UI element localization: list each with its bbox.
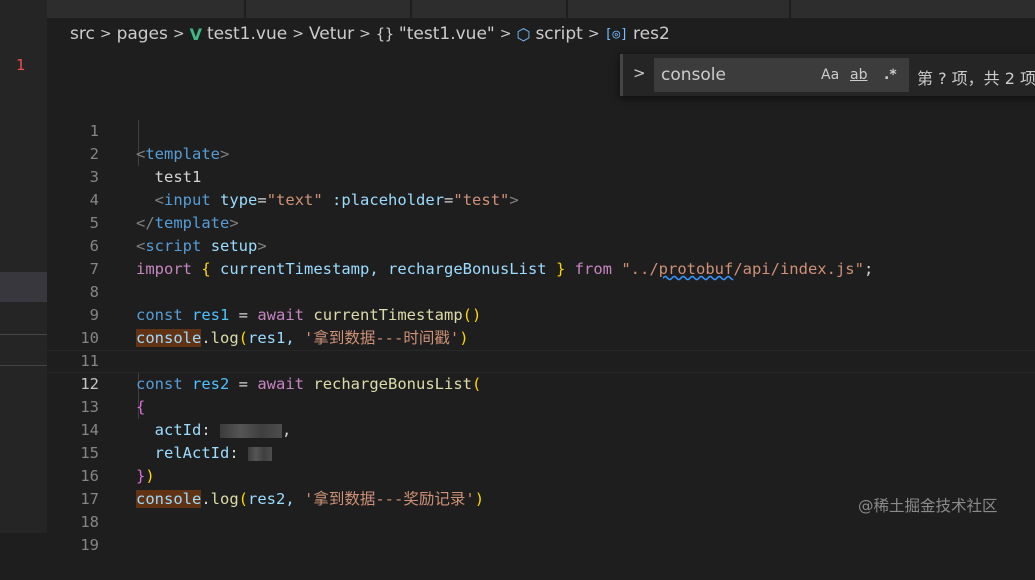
line-number: 19 [80, 536, 99, 554]
code-line[interactable]: 16 console.log(res2, '拿到数据---奖励记录') [47, 442, 1035, 508]
code-line-current[interactable]: 12 { [47, 350, 1035, 416]
whole-word-toggle[interactable]: ab [850, 67, 867, 83]
code-line[interactable]: 7 [47, 235, 1035, 278]
breadcrumb-vetur[interactable]: Vetur [309, 24, 354, 44]
breadcrumb-script[interactable]: script [535, 24, 582, 44]
code-line[interactable]: 13 actId: , [47, 373, 1035, 439]
code-line[interactable]: 4 </template> [47, 166, 1035, 232]
code-line[interactable]: 11 const res2 = await rechargeBonusList( [47, 327, 1035, 393]
code-line[interactable]: 15 }) [47, 419, 1035, 485]
chevron-right-icon: > [499, 26, 512, 42]
variable-icon: [◎] [604, 26, 629, 42]
vue-icon: V [189, 24, 203, 44]
breadcrumb: src > pages > V test1.vue > Vetur > {} "… [70, 22, 670, 46]
code-line[interactable]: 14 relActId: [47, 396, 1035, 462]
chevron-right-icon: > [172, 26, 185, 42]
find-result-count: 第 ? 项，共 2 项 [917, 69, 1035, 88]
breadcrumb-pages[interactable]: pages [117, 24, 168, 44]
chevron-right-icon: > [292, 26, 304, 42]
explorer-divider [0, 334, 47, 335]
chevron-right-icon: > [359, 26, 371, 42]
explorer-divider [0, 365, 47, 366]
code-line[interactable]: 10 [47, 304, 1035, 347]
tab-separator [410, 0, 412, 18]
tab-separator [789, 0, 791, 18]
editor-tab-strip[interactable] [47, 0, 1035, 18]
breadcrumb-module[interactable]: "test1.vue" [399, 24, 495, 44]
code-line[interactable]: 8 const res1 = await currentTimestamp() [47, 258, 1035, 324]
tab-separator [566, 0, 568, 18]
breadcrumb-file[interactable]: test1.vue [207, 24, 287, 44]
toggle-replace-icon[interactable]: > [633, 64, 646, 82]
find-query[interactable]: console [661, 65, 726, 85]
tab-separator [244, 0, 246, 18]
problem-count-badge: 1 [16, 56, 26, 74]
breadcrumb-symbol[interactable]: res2 [633, 24, 670, 44]
code-line[interactable]: 5 <script setup> [47, 189, 1035, 255]
code-editor[interactable]: 1 <template> 2 test1 3 <input type="text… [47, 97, 1035, 554]
cube-icon: ⬡ [516, 24, 531, 44]
braces-icon: {} [375, 25, 394, 43]
explorer-selected-item[interactable] [0, 272, 47, 302]
find-widget: > console Aa ab .* 第 ? 项，共 2 项 [620, 54, 1035, 96]
breadcrumb-src[interactable]: src [70, 24, 95, 44]
code-line[interactable]: 2 test1 [47, 120, 1035, 186]
chevron-right-icon: > [99, 26, 112, 42]
explorer-panel: 1 [0, 0, 47, 533]
chevron-right-icon: > [587, 26, 600, 42]
code-line[interactable]: 1 <template> [47, 97, 1035, 163]
watermark: @稀土掘金技术社区 [858, 497, 998, 515]
code-line[interactable]: 17 [47, 465, 1035, 508]
find-input[interactable]: console Aa ab .* [654, 58, 909, 92]
code-line[interactable]: 9 console.log(res1, '拿到数据---时间戳') [47, 281, 1035, 347]
code-line[interactable]: 6 import { currentTimestamp, rechargeBon… [47, 212, 1035, 278]
regex-toggle[interactable]: .* [884, 67, 897, 83]
match-case-toggle[interactable]: Aa [821, 67, 839, 83]
code-line[interactable]: 3 <input type="text" :placeholder="test"… [47, 143, 1035, 209]
